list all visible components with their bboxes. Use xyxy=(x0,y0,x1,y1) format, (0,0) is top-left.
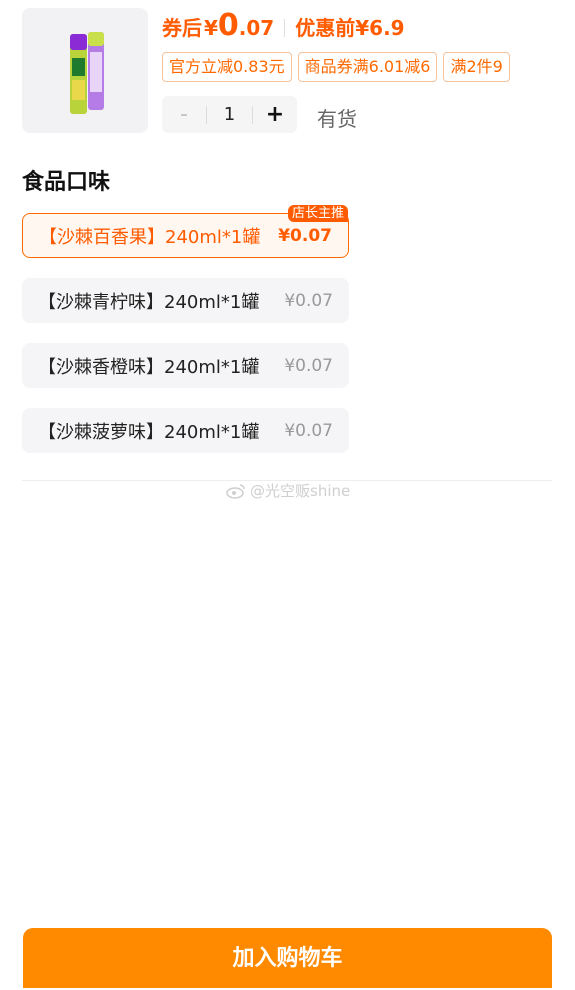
quantity-stepper: - 1 + xyxy=(162,96,297,133)
drink-can-image xyxy=(70,32,104,114)
coupon-list: 官方立减0.83元 商品券满6.01减6 满2件9 xyxy=(162,52,534,82)
recommend-badge: 店长主推 xyxy=(287,205,348,222)
coupon-tag[interactable]: 官方立减0.83元 xyxy=(162,52,292,82)
option-price: ¥0.07 xyxy=(284,290,333,311)
coupon-tag[interactable]: 商品券满6.01减6 xyxy=(297,52,438,82)
price-decimal: .07 xyxy=(238,16,275,40)
option-name: 【沙棘青柠味】240ml*1罐 xyxy=(38,291,260,313)
price-label: 券后 xyxy=(162,16,202,40)
flavor-option[interactable]: 【沙棘香橙味】240ml*1罐 ¥0.07 xyxy=(22,343,349,388)
increase-button[interactable]: + xyxy=(253,96,297,133)
coupon-tag[interactable]: 满2件9 xyxy=(443,52,510,82)
option-name: 【沙棘香橙味】240ml*1罐 xyxy=(38,356,260,378)
original-price: ¥6.9 xyxy=(355,16,405,40)
add-to-cart-button[interactable]: 加入购物车 xyxy=(23,928,552,988)
price-separator xyxy=(284,19,286,37)
flavor-option[interactable]: 【沙棘青柠味】240ml*1罐 ¥0.07 xyxy=(22,278,349,323)
stock-status: 有货 xyxy=(317,107,357,131)
watermark-text: @光空贩shine xyxy=(250,482,351,500)
flavor-option[interactable]: 【沙棘菠萝味】240ml*1罐 ¥0.07 xyxy=(22,408,349,453)
currency-symbol: ¥ xyxy=(204,16,218,40)
flavor-option-selected[interactable]: 【沙棘百香果】240ml*1罐 ¥0.07 店长主推 xyxy=(22,205,349,258)
decrease-button[interactable]: - xyxy=(162,96,206,133)
watermark: @光空贩shine xyxy=(226,480,350,501)
original-price-label: 优惠前 xyxy=(295,16,356,40)
price-row: 券后 ¥ 0 .07 优惠前 ¥6.9 xyxy=(162,8,405,48)
option-price: ¥0.07 xyxy=(278,225,332,246)
weibo-icon xyxy=(226,483,245,499)
option-name: 【沙棘百香果】240ml*1罐 xyxy=(39,226,261,248)
quantity-value[interactable]: 1 xyxy=(207,104,252,125)
price-integer: 0 xyxy=(217,8,239,43)
section-title: 食品口味 xyxy=(22,170,111,195)
option-price: ¥0.07 xyxy=(284,355,333,376)
product-thumbnail[interactable] xyxy=(22,8,148,133)
option-price: ¥0.07 xyxy=(284,420,333,441)
option-name: 【沙棘菠萝味】240ml*1罐 xyxy=(38,421,260,443)
